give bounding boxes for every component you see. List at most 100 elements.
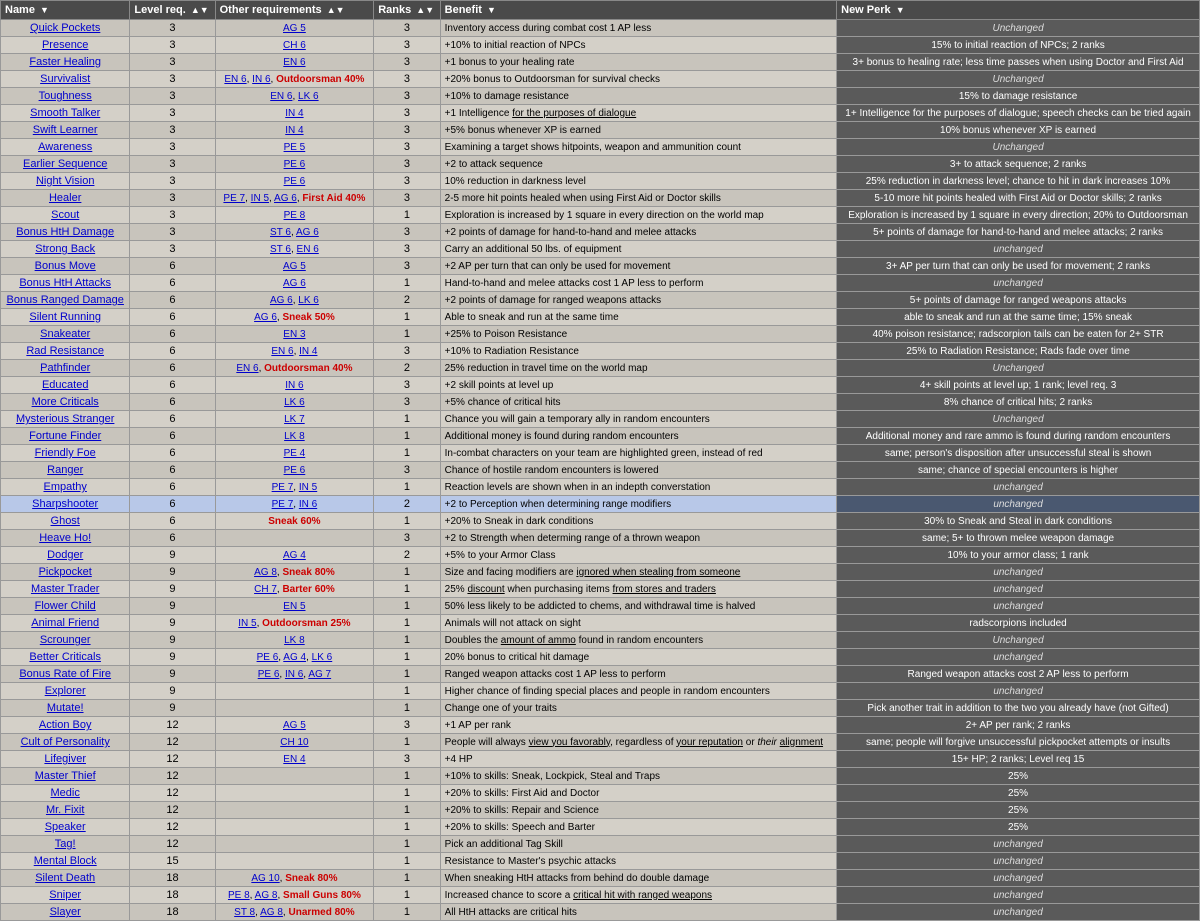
table-row[interactable]: Mutate!91Change one of your traitsPick a… <box>1 700 1200 717</box>
req-link[interactable]: AG 6 <box>254 312 277 323</box>
table-row[interactable]: Awareness3PE 53Examining a target shows … <box>1 139 1200 156</box>
perk-name-link[interactable]: Toughness <box>39 90 92 102</box>
table-row[interactable]: Sharpshooter6PE 7, IN 62+2 to Perception… <box>1 496 1200 513</box>
req-link[interactable]: AG 5 <box>283 261 306 272</box>
col-header-level[interactable]: Level req. ▲▼ <box>130 1 215 20</box>
req-link[interactable]: CH 7 <box>254 584 277 595</box>
req-link[interactable]: AG 6 <box>296 227 319 238</box>
req-link[interactable]: IN 4 <box>299 346 317 357</box>
table-row[interactable]: Silent Death18AG 10, Sneak 80%1When snea… <box>1 870 1200 887</box>
req-link[interactable]: AG 6 <box>270 295 293 306</box>
perk-name-link[interactable]: Bonus HtH Attacks <box>19 277 111 289</box>
table-row[interactable]: Dodger9AG 42+5% to your Armor Class10% t… <box>1 547 1200 564</box>
perk-name-link[interactable]: Awareness <box>38 141 92 153</box>
req-link[interactable]: AG 7 <box>308 669 331 680</box>
perk-name-link[interactable]: Bonus Ranged Damage <box>6 294 123 306</box>
perk-name-link[interactable]: Bonus Move <box>35 260 96 272</box>
perk-name-link[interactable]: Night Vision <box>36 175 95 187</box>
table-row[interactable]: Speaker121+20% to skills: Speech and Bar… <box>1 819 1200 836</box>
perk-name-link[interactable]: Pathfinder <box>40 362 90 374</box>
req-link[interactable]: AG 8 <box>255 890 278 901</box>
perk-name-link[interactable]: Better Criticals <box>29 651 101 663</box>
table-row[interactable]: Bonus Ranged Damage6AG 6, LK 62+2 points… <box>1 292 1200 309</box>
perk-name-link[interactable]: Pickpocket <box>39 566 92 578</box>
table-row[interactable]: Healer3PE 7, IN 5, AG 6, First Aid 40%32… <box>1 190 1200 207</box>
table-row[interactable]: Rad Resistance6EN 6, IN 43+10% to Radiat… <box>1 343 1200 360</box>
table-row[interactable]: Ranger6PE 63Chance of hostile random enc… <box>1 462 1200 479</box>
req-link[interactable]: EN 6 <box>271 346 293 357</box>
req-link[interactable]: IN 6 <box>252 74 270 85</box>
req-link[interactable]: EN 6 <box>236 363 258 374</box>
perk-name-link[interactable]: Presence <box>42 39 88 51</box>
req-link[interactable]: PE 7 <box>272 482 294 493</box>
req-link[interactable]: LK 6 <box>298 91 319 102</box>
table-row[interactable]: Better Criticals9PE 6, AG 4, LK 6120% bo… <box>1 649 1200 666</box>
table-row[interactable]: Master Trader9CH 7, Barter 60%125% disco… <box>1 581 1200 598</box>
table-row[interactable]: Presence3CH 63+10% to initial reaction o… <box>1 37 1200 54</box>
perk-name-link[interactable]: Friendly Foe <box>35 447 96 459</box>
col-header-name[interactable]: Name ▼ <box>1 1 130 20</box>
req-link[interactable]: EN 4 <box>283 754 305 765</box>
col-header-ranks[interactable]: Ranks ▲▼ <box>374 1 440 20</box>
table-row[interactable]: Friendly Foe6PE 41In-combat characters o… <box>1 445 1200 462</box>
perk-name-link[interactable]: Educated <box>42 379 88 391</box>
table-row[interactable]: Bonus HtH Attacks6AG 61Hand-to-hand and … <box>1 275 1200 292</box>
req-link[interactable]: EN 6 <box>283 57 305 68</box>
req-link[interactable]: PE 8 <box>284 210 306 221</box>
req-link[interactable]: PE 6 <box>284 159 306 170</box>
perk-name-link[interactable]: Master Trader <box>31 583 99 595</box>
req-link[interactable]: IN 5 <box>238 618 256 629</box>
table-row[interactable]: Mysterious Stranger6LK 71Chance you will… <box>1 411 1200 428</box>
table-row[interactable]: Snakeater6EN 31+25% to Poison Resistance… <box>1 326 1200 343</box>
req-link[interactable]: LK 8 <box>284 635 305 646</box>
col-header-other[interactable]: Other requirements ▲▼ <box>215 1 374 20</box>
table-row[interactable]: Flower Child9EN 5150% less likely to be … <box>1 598 1200 615</box>
req-link[interactable]: IN 5 <box>251 193 269 204</box>
perk-name-link[interactable]: Lifegiver <box>44 753 86 765</box>
perk-name-link[interactable]: Mr. Fixit <box>46 804 85 816</box>
table-row[interactable]: Swift Learner3IN 43+5% bonus whenever XP… <box>1 122 1200 139</box>
perk-name-link[interactable]: Animal Friend <box>31 617 99 629</box>
table-row[interactable]: Strong Back3ST 6, EN 63Carry an addition… <box>1 241 1200 258</box>
perk-name-link[interactable]: Empathy <box>43 481 86 493</box>
req-link[interactable]: PE 6 <box>284 176 306 187</box>
req-link[interactable]: EN 5 <box>283 601 305 612</box>
perk-name-link[interactable]: Swift Learner <box>33 124 98 136</box>
perk-name-link[interactable]: Action Boy <box>39 719 92 731</box>
req-link[interactable]: IN 6 <box>285 380 303 391</box>
req-link[interactable]: AG 5 <box>283 23 306 34</box>
req-link[interactable]: IN 5 <box>299 482 317 493</box>
perk-name-link[interactable]: Smooth Talker <box>30 107 100 119</box>
req-link[interactable]: CH 6 <box>283 40 306 51</box>
table-row[interactable]: Silent Running6AG 6, Sneak 50%1Able to s… <box>1 309 1200 326</box>
req-link[interactable]: IN 6 <box>285 669 303 680</box>
table-row[interactable]: Educated6IN 63+2 skill points at level u… <box>1 377 1200 394</box>
perk-name-link[interactable]: Cult of Personality <box>21 736 110 748</box>
req-link[interactable]: PE 6 <box>258 669 280 680</box>
perk-name-link[interactable]: Silent Running <box>29 311 101 323</box>
perk-name-link[interactable]: Medic <box>51 787 80 799</box>
req-link[interactable]: LK 6 <box>284 397 305 408</box>
perk-name-link[interactable]: Sharpshooter <box>32 498 98 510</box>
table-row[interactable]: Mr. Fixit121+20% to skills: Repair and S… <box>1 802 1200 819</box>
table-row[interactable]: Quick Pockets3AG 53Inventory access duri… <box>1 20 1200 37</box>
perk-name-link[interactable]: Rad Resistance <box>26 345 104 357</box>
table-row[interactable]: Slayer18ST 8, AG 8, Unarmed 80%1All HtH … <box>1 904 1200 921</box>
table-row[interactable]: Earlier Sequence3PE 63+2 to attack seque… <box>1 156 1200 173</box>
req-link[interactable]: PE 7 <box>272 499 294 510</box>
perk-name-link[interactable]: Slayer <box>50 906 81 918</box>
req-link[interactable]: IN 4 <box>285 125 303 136</box>
req-link[interactable]: LK 6 <box>312 652 333 663</box>
table-row[interactable]: Empathy6PE 7, IN 51Reaction levels are s… <box>1 479 1200 496</box>
table-row[interactable]: Explorer91Higher chance of finding speci… <box>1 683 1200 700</box>
table-row[interactable]: Bonus Rate of Fire9PE 6, IN 6, AG 71Rang… <box>1 666 1200 683</box>
req-link[interactable]: LK 8 <box>284 431 305 442</box>
perk-name-link[interactable]: Earlier Sequence <box>23 158 107 170</box>
perk-name-link[interactable]: Tag! <box>55 838 76 850</box>
table-row[interactable]: Night Vision3PE 6310% reduction in darkn… <box>1 173 1200 190</box>
perk-name-link[interactable]: Quick Pockets <box>30 22 100 34</box>
req-link[interactable]: EN 6 <box>224 74 246 85</box>
perk-name-link[interactable]: Silent Death <box>35 872 95 884</box>
perk-name-link[interactable]: Fortune Finder <box>29 430 101 442</box>
req-link[interactable]: AG 5 <box>283 720 306 731</box>
